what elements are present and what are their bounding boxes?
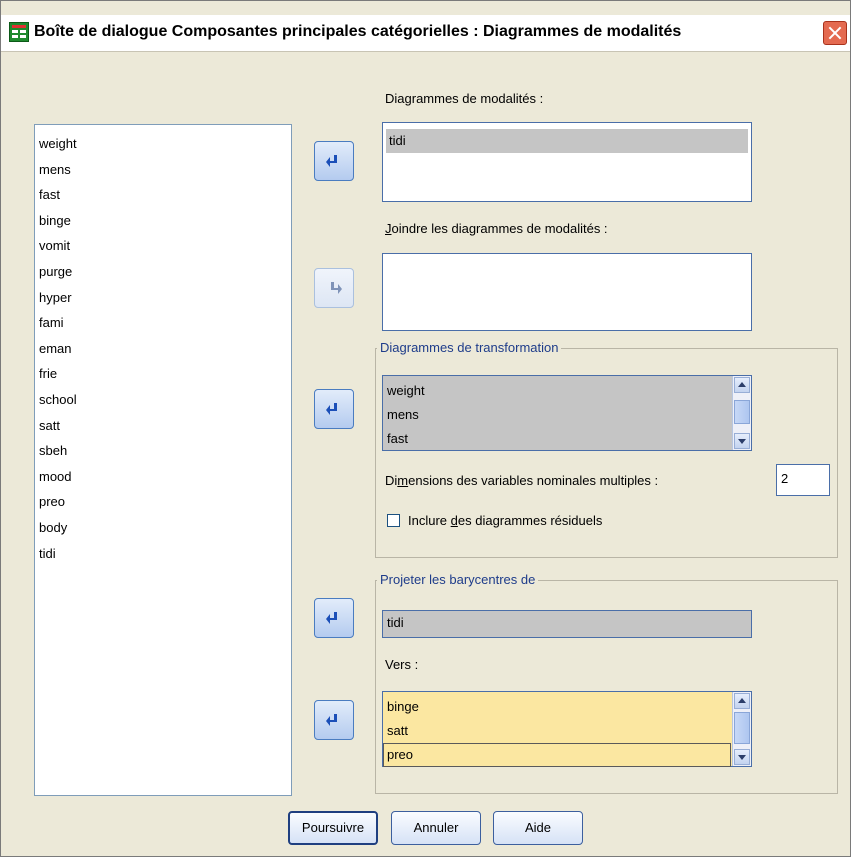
list-item[interactable]: tidi xyxy=(386,129,748,153)
project-centroids-title: Projeter les barycentres de xyxy=(377,572,539,587)
list-item[interactable]: binge xyxy=(383,695,731,719)
dimensions-label: Dimensions des variables nominales multi… xyxy=(385,473,659,488)
list-item[interactable]: fast xyxy=(383,427,731,451)
scroll-down-button[interactable] xyxy=(734,749,750,765)
arrow-left-icon xyxy=(326,155,341,167)
close-button[interactable] xyxy=(823,21,847,45)
list-item[interactable]: tidi xyxy=(387,615,404,630)
spreadsheet-icon xyxy=(9,22,29,42)
joint-category-plots-label: Joindre les diagrammes de modalités : xyxy=(385,221,608,236)
list-item[interactable]: mens xyxy=(383,403,731,427)
list-item[interactable]: tidi xyxy=(39,541,291,567)
title-bar: Boîte de dialogue Composantes principale… xyxy=(1,15,850,52)
list-item[interactable]: hyper xyxy=(39,285,291,311)
vertical-scrollbar[interactable] xyxy=(732,692,751,766)
list-item[interactable]: binge xyxy=(39,208,291,234)
list-item[interactable]: satt xyxy=(383,719,731,743)
centroids-source-field[interactable]: tidi xyxy=(382,610,752,638)
arrow-left-icon xyxy=(326,714,341,726)
transformation-plots-list[interactable]: weight mens fast xyxy=(382,375,752,451)
list-item[interactable]: school xyxy=(39,387,291,413)
list-item[interactable]: weight xyxy=(39,131,291,157)
joint-category-plots-list[interactable] xyxy=(382,253,752,331)
list-item[interactable]: fami xyxy=(39,310,291,336)
caret-up-icon xyxy=(738,698,746,703)
cancel-button[interactable]: Annuler xyxy=(391,811,481,845)
scroll-up-button[interactable] xyxy=(734,377,750,393)
onto-variables-list[interactable]: binge satt preo xyxy=(382,691,752,767)
list-item[interactable]: weight xyxy=(383,379,731,403)
list-item[interactable]: mens xyxy=(39,157,291,183)
list-item[interactable]: preo xyxy=(39,489,291,515)
move-to-centroids-source-button[interactable] xyxy=(314,598,354,638)
scroll-thumb[interactable] xyxy=(734,712,750,744)
list-item[interactable]: frie xyxy=(39,361,291,387)
category-plots-list[interactable]: tidi xyxy=(382,122,752,202)
dimensions-input[interactable]: 2 xyxy=(776,464,830,496)
list-item[interactable]: mood xyxy=(39,464,291,490)
list-item[interactable]: eman xyxy=(39,336,291,362)
variable-list[interactable]: weight mens fast binge vomit purge hyper… xyxy=(34,124,292,796)
list-item[interactable]: sbeh xyxy=(39,438,291,464)
category-plots-label: Diagrammes de modalités : xyxy=(385,91,544,106)
caret-down-icon xyxy=(738,755,746,760)
list-item[interactable]: fast xyxy=(39,182,291,208)
onto-label: Vers : xyxy=(385,657,419,672)
arrow-left-icon xyxy=(326,403,341,415)
list-item[interactable]: vomit xyxy=(39,233,291,259)
move-to-joint-plots-button[interactable] xyxy=(314,268,354,308)
caret-up-icon xyxy=(738,382,746,387)
caret-down-icon xyxy=(738,439,746,444)
move-to-category-plots-button[interactable] xyxy=(314,141,354,181)
transformation-plots-title: Diagrammes de transformation xyxy=(377,340,562,355)
move-to-onto-button[interactable] xyxy=(314,700,354,740)
help-button[interactable]: Aide xyxy=(493,811,583,845)
list-item[interactable]: purge xyxy=(39,259,291,285)
residual-plots-checkbox[interactable] xyxy=(387,514,400,527)
list-item[interactable]: preo xyxy=(383,743,731,767)
arrow-right-icon xyxy=(327,282,342,294)
vertical-scrollbar[interactable] xyxy=(732,376,751,450)
dialog-title: Boîte de dialogue Composantes principale… xyxy=(34,23,682,40)
dialog-window: Boîte de dialogue Composantes principale… xyxy=(0,0,851,857)
scroll-down-button[interactable] xyxy=(734,433,750,449)
arrow-left-icon xyxy=(326,612,341,624)
move-to-transformation-plots-button[interactable] xyxy=(314,389,354,429)
list-item[interactable]: satt xyxy=(39,413,291,439)
list-item[interactable]: body xyxy=(39,515,291,541)
residual-plots-label: Inclure des diagrammes résiduels xyxy=(408,513,603,528)
scroll-up-button[interactable] xyxy=(734,693,750,709)
continue-button[interactable]: Poursuivre xyxy=(288,811,378,845)
scroll-thumb[interactable] xyxy=(734,400,750,424)
